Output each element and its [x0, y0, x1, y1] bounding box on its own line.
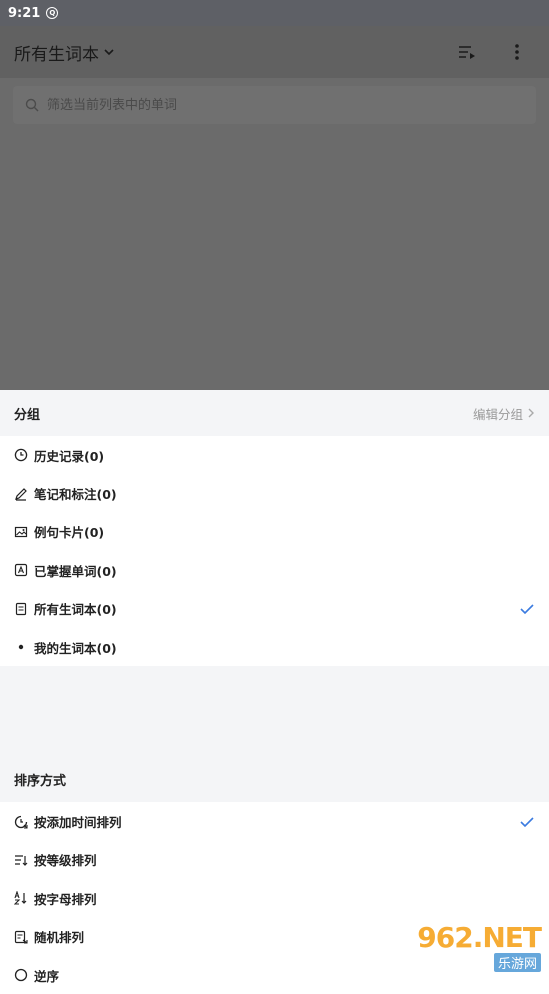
search-bar: [13, 86, 536, 124]
wordbook-icon: [14, 602, 28, 616]
app-bar: 所有生词本: [0, 26, 549, 78]
sort-item-label: 按字母排列: [34, 891, 97, 907]
sort-item-by-level[interactable]: 按等级排列: [0, 841, 549, 879]
search-input[interactable]: [45, 96, 449, 114]
group-item-notes[interactable]: 笔记和标注(0): [0, 474, 549, 512]
watermark-text: 乐游网: [493, 953, 541, 972]
notification-icon: Q: [46, 7, 59, 19]
sort-title: 排序方式: [14, 773, 67, 789]
more-button[interactable]: [499, 34, 535, 70]
sort-list-button[interactable]: [449, 34, 485, 70]
watermark-number: 962.NET: [417, 921, 542, 954]
mastered-icon: [14, 563, 28, 577]
status-time: 9:21: [8, 5, 41, 21]
reverse-icon: [14, 968, 28, 982]
time-sort-icon: [14, 815, 28, 829]
groups-list: 历史记录(0) 笔记和标注(0) 例句卡片(0) 已掌握单词(0) 所有生词本(…: [0, 436, 549, 667]
search-icon: [25, 98, 39, 112]
alpha-sort-icon: [14, 891, 28, 905]
sort-list-icon: [459, 46, 475, 59]
sort-item-label: 按等级排列: [34, 853, 97, 869]
group-item-example-cards[interactable]: 例句卡片(0): [0, 513, 549, 551]
status-bar: 9:21 Q: [0, 0, 549, 26]
edit-groups-label: 编辑分组: [472, 406, 523, 422]
bottom-sheet: 分组 编辑分组 历史记录(0) 笔记和标注(0) 例句卡片(0) 已掌握单词(0…: [0, 390, 549, 994]
level-sort-icon: [14, 853, 28, 867]
sort-item-by-alphabet[interactable]: 按字母排列: [0, 879, 549, 917]
check-icon: [520, 816, 534, 827]
chevron-right-icon: [528, 408, 534, 418]
image-icon: [14, 525, 28, 539]
group-item-label: 历史记录(0): [34, 448, 105, 464]
random-sort-icon: [14, 930, 28, 944]
group-item-label: 我的生词本(0): [34, 640, 117, 656]
sort-header: 排序方式: [0, 756, 549, 802]
groups-title: 分组: [14, 407, 41, 423]
group-item-label: 所有生词本(0): [34, 602, 117, 618]
pencil-icon: [14, 487, 28, 501]
groups-header: 分组 编辑分组: [0, 390, 549, 436]
page-title: 所有生词本: [14, 44, 99, 65]
group-item-my-wordbook[interactable]: 我的生词本(0): [0, 628, 549, 666]
clock-icon: [14, 448, 28, 462]
wordbook-selector[interactable]: 所有生词本: [14, 40, 115, 65]
group-item-all-wordbooks[interactable]: 所有生词本(0): [0, 590, 549, 628]
dot-icon: [14, 640, 28, 654]
chevron-down-icon: [104, 49, 114, 56]
sort-item-by-time[interactable]: 按添加时间排列: [0, 802, 549, 840]
group-item-label: 已掌握单词(0): [34, 563, 117, 579]
group-item-history[interactable]: 历史记录(0): [0, 436, 549, 474]
group-item-label: 例句卡片(0): [34, 525, 105, 541]
sort-item-label: 逆序: [34, 968, 60, 984]
edit-groups-button[interactable]: 编辑分组: [473, 404, 535, 423]
check-icon: [520, 604, 534, 614]
more-vertical-icon: [515, 44, 519, 60]
sort-item-label: 随机排列: [34, 930, 85, 946]
group-item-mastered[interactable]: 已掌握单词(0): [0, 551, 549, 589]
sort-item-label: 按添加时间排列: [34, 815, 122, 831]
watermark-logo: 962.NET 乐游网: [409, 921, 542, 972]
group-item-label: 笔记和标注(0): [34, 487, 117, 503]
